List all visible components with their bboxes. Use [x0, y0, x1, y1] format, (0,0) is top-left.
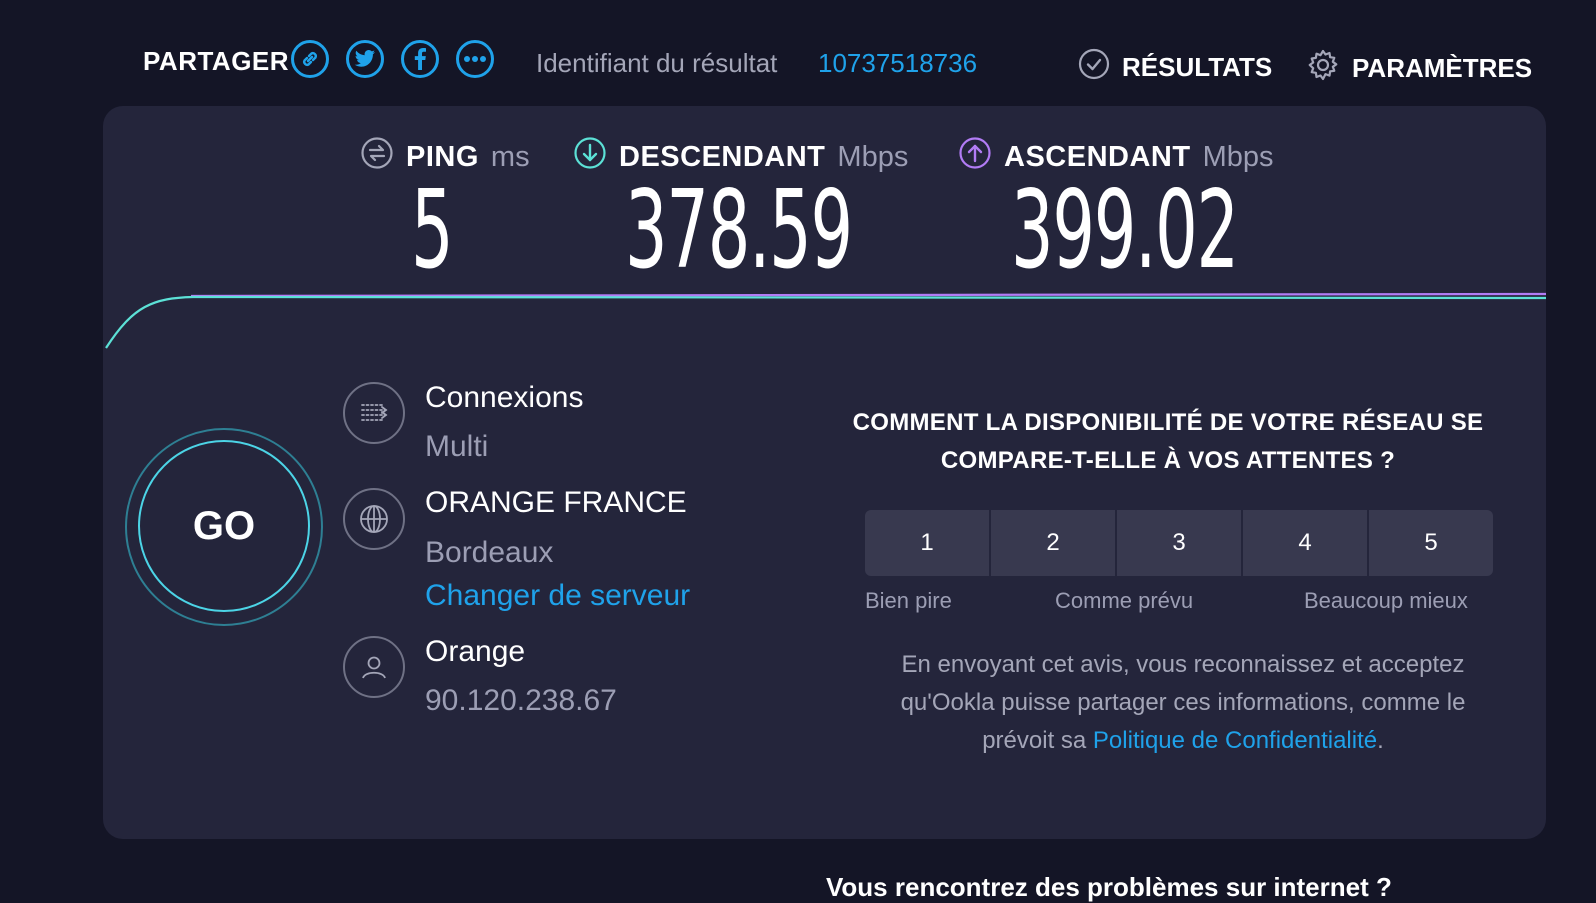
ping-value: 5 — [411, 168, 454, 293]
settings-link[interactable]: PARAMÈTRES — [1306, 48, 1532, 89]
more-icon[interactable] — [456, 40, 494, 78]
ip-address: 90.120.238.67 — [425, 684, 617, 717]
check-circle-icon — [1078, 48, 1110, 87]
speed-graph — [105, 292, 1546, 349]
download-icon — [573, 136, 607, 178]
rating-label-low: Bien pire — [865, 588, 952, 613]
disclaimer-end: . — [1377, 727, 1384, 754]
ping-icon — [360, 136, 394, 178]
result-id-link[interactable]: 10737518736 — [818, 48, 977, 79]
upload-icon — [958, 136, 992, 178]
download-graph-line — [105, 295, 1546, 349]
rating-button-4[interactable]: 4 — [1243, 510, 1367, 576]
isp-name: Orange — [425, 635, 526, 668]
user-icon — [343, 636, 405, 698]
server-name: ORANGE FRANCE — [425, 486, 687, 519]
server-location: Bordeaux — [425, 536, 554, 569]
results-label: RÉSULTATS — [1122, 52, 1273, 82]
result-id-label: Identifiant du résultat — [536, 48, 778, 78]
internet-problems-heading: Vous rencontrez des problèmes sur intern… — [826, 872, 1392, 902]
survey-question: COMMENT LA DISPONIBILITÉ DE VOTRE RÉSEAU… — [852, 409, 1484, 474]
results-link[interactable]: RÉSULTATS — [1078, 48, 1272, 87]
rating-button-1[interactable]: 1 — [865, 510, 989, 576]
connections-icon — [343, 382, 405, 444]
globe-icon — [343, 488, 405, 550]
twitter-icon[interactable] — [346, 40, 384, 78]
rating-button-5[interactable]: 5 — [1369, 510, 1493, 576]
settings-label: PARAMÈTRES — [1352, 53, 1533, 83]
survey-disclaimer: En envoyant cet avis, vous reconnaissez … — [873, 646, 1493, 760]
rating-buttons: 1 2 3 4 5 — [865, 510, 1493, 576]
rating-label-high: Beaucoup mieux — [1304, 588, 1468, 613]
gear-icon — [1306, 48, 1340, 89]
rating-label-mid: Comme prévu — [1055, 588, 1194, 613]
ping-unit: ms — [490, 140, 530, 173]
download-value: 378.59 — [625, 168, 853, 293]
go-button[interactable]: GO — [138, 440, 310, 612]
link-icon[interactable] — [291, 40, 329, 78]
rating-button-3[interactable]: 3 — [1117, 510, 1241, 576]
facebook-icon[interactable] — [401, 40, 439, 78]
connections-title: Connexions — [425, 381, 584, 414]
top-bar: PARTAGER Identifiant du résultat 1073751… — [0, 0, 1596, 110]
change-server-link[interactable]: Changer de serveur — [425, 579, 690, 613]
upload-graph-line — [190, 292, 1546, 298]
rating-button-2[interactable]: 2 — [991, 510, 1115, 576]
connections-value: Multi — [425, 430, 489, 463]
share-label: PARTAGER — [143, 46, 290, 76]
privacy-policy-link[interactable]: Politique de Confidentialité — [1093, 727, 1377, 754]
result-card: PING ms 5 DESCENDANT Mbps 378.59 ASCENDA… — [103, 106, 1546, 839]
upload-value: 399.02 — [1011, 168, 1239, 293]
